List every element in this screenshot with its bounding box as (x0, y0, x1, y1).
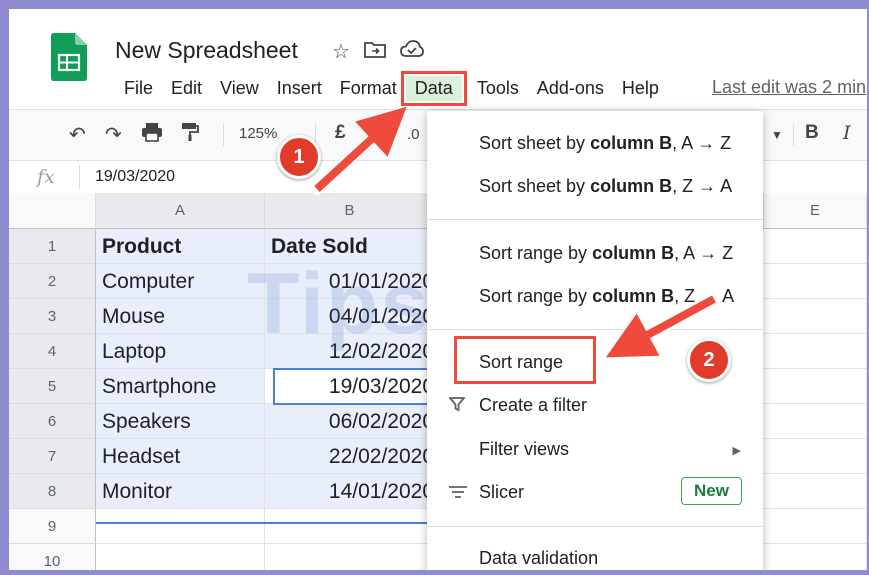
step-2-badge: 2 (687, 338, 731, 382)
arrow-1 (314, 106, 407, 192)
step-1-badge: 1 (277, 135, 321, 179)
sheets-window: New Spreadsheet ☆ File Edit View Insert … (9, 9, 867, 570)
annotation-arrows (311, 106, 720, 358)
screenshot-frame: New Spreadsheet ☆ File Edit View Insert … (0, 0, 869, 575)
